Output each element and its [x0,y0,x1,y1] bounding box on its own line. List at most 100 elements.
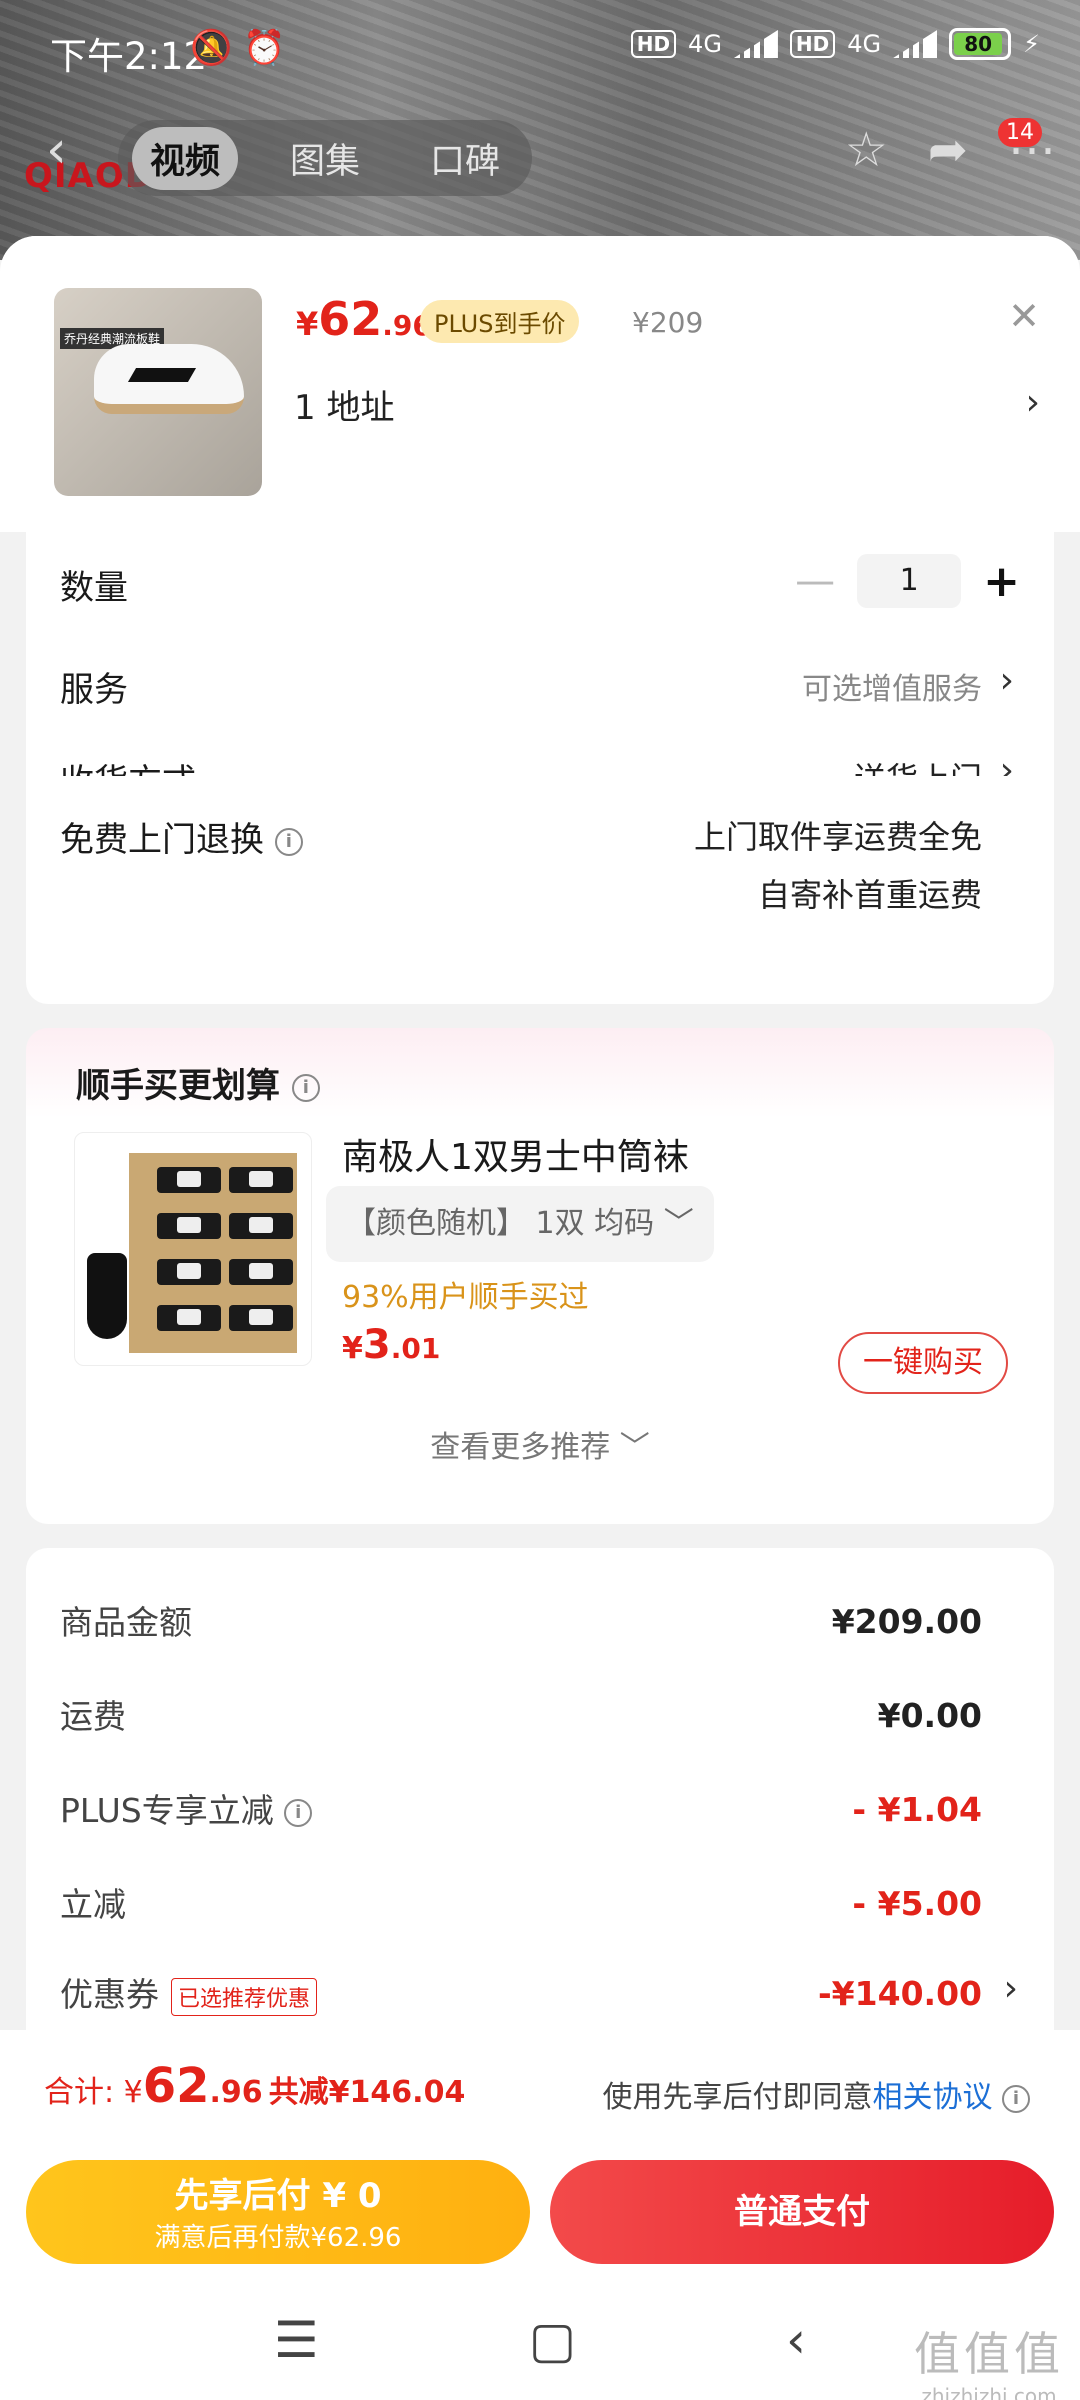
status-right: HD 4G HD 4G 80 ⚡ [630,28,1040,60]
product-summary: 乔丹经典潮流板鞋 ¥62.96 PLUS到手价 ¥209 ✕ 1 地址 › [0,236,1080,532]
coupon-recommended-tag: 已选推荐优惠 [171,1977,318,2016]
pay-later-title: 先享后付 ¥ 0 [174,2176,382,2216]
pay-later-button[interactable]: 先享后付 ¥ 0 满意后再付款¥62.96 [26,2160,530,2264]
home-icon[interactable]: ▢ [529,2311,576,2369]
total-saved: 共减¥146.04 [268,2075,466,2110]
variant-selector[interactable]: 【颜色随机】 1双 均码 ﹀ [326,1186,714,1262]
more-recommend-link[interactable]: 查看更多推荐 ﹀ [26,1422,1054,1466]
sock-pair [157,1213,221,1239]
rec-price-integer: 3 [362,1322,391,1368]
recommend-info-icon[interactable]: i [291,1073,320,1102]
back-icon[interactable]: ‹ [46,120,67,180]
close-icon[interactable]: ✕ [1008,294,1040,338]
total-integer: 62 [142,2058,210,2114]
plus-price-tag: PLUS到手价 [420,300,580,343]
media-tabs: 视频 图集 口碑 [118,120,533,196]
signal-icon-2 [893,30,938,58]
price-symbol: ¥ [296,305,319,343]
chevron-right-icon[interactable]: › [1026,382,1040,423]
signal-icon [733,30,778,58]
address-selector[interactable]: 1 地址 [294,380,394,429]
return-card: 免费上门退换 i 上门取件享运费全免 自寄补首重运费 [26,776,1054,1004]
recommend-title[interactable]: 南极人1双男士中筒袜 [342,1128,689,1180]
shoe-stripe [127,368,197,382]
bought-together-percent: 93%用户顺手买过 [342,1280,589,1315]
share-icon[interactable]: ➦ [928,122,968,178]
total-decimal: .96 [209,2075,263,2110]
tab-reviews[interactable]: 口碑 [412,127,518,190]
plus-discount-value: - ¥1.04 [852,1790,982,1829]
menu-icon[interactable]: ☰ [274,2311,319,2369]
quantity-input[interactable]: 1 [857,554,962,608]
agreement-info-icon[interactable]: i [1002,2084,1030,2113]
top-nav: QIAODAN ‹ 视频 图集 口碑 ☆ ➦ ⋯ 14 [0,116,1080,196]
agreement-text: 使用先享后付即同意相关协议 i [602,2072,1030,2116]
system-back-icon[interactable]: ‹ [786,2311,806,2369]
socks-image[interactable] [74,1132,312,1366]
quantity-label: 数量 [60,568,128,608]
network-label: 4G [688,30,722,58]
tab-video[interactable]: 视频 [132,126,239,190]
sock-pair [157,1167,221,1193]
status-bar: 下午2:12 🔕 ⏰ HD 4G HD 4G 80 ⚡ [0,0,1080,100]
tab-gallery[interactable]: 图集 [272,127,378,190]
total-amount: 合计: ¥62.96 共减¥146.04 [44,2058,465,2114]
original-price: ¥209 [632,306,704,339]
rec-price-symbol: ¥ [342,1331,363,1366]
pay-later-subtitle: 满意后再付款¥62.96 [154,2223,402,2253]
return-line-2: 自寄补首重运费 [757,876,982,914]
service-value[interactable]: 可选增值服务 [802,664,982,708]
coupon-chevron-icon[interactable]: › [1004,1968,1018,2009]
sock-pair [157,1305,221,1331]
recommend-card: 顺手买更划算 i 南极人1双男士中筒袜 【颜色随机】 1双 均码 ﹀ 93%用户… [26,1028,1054,1524]
shipping-label: 运费 [60,1697,126,1736]
battery-icon: 80 [949,28,1012,60]
favorite-star-icon[interactable]: ☆ [845,122,888,178]
agreement-prefix: 使用先享后付即同意 [602,2080,873,2115]
watermark: 值值值 zhizhizhi.com [914,2318,1064,2400]
shipping-value: ¥0.00 [877,1696,982,1735]
mute-alarm-icons: 🔕 ⏰ [190,28,286,68]
sock-pair [157,1259,221,1285]
network-label-2: 4G [847,30,882,58]
service-label: 服务 [60,670,128,710]
charging-icon: ⚡ [1023,30,1040,58]
message-badge: 14 [998,118,1042,147]
coupon-label: 优惠券 已选推荐优惠 [60,1968,318,2016]
hd-icon-2: HD [789,30,836,58]
service-chevron-icon[interactable]: › [1000,660,1014,701]
one-click-buy-button[interactable]: 一键购买 [838,1332,1008,1394]
instant-discount-label: 立减 [60,1885,126,1924]
decrease-button[interactable]: — [795,558,835,604]
battery-level: 80 [954,33,1003,55]
status-time: 下午2:12 [50,35,208,78]
instant-discount-value: - ¥5.00 [852,1884,982,1923]
coupon-value[interactable]: -¥140.00 [818,1974,982,2013]
nav-actions: ☆ ➦ ⋯ 14 [845,118,1056,178]
sock-pair [229,1167,293,1193]
total-label: 合计: ¥ [44,2075,143,2110]
normal-pay-button[interactable]: 普通支付 [550,2160,1054,2264]
product-price: ¥62.96 [296,292,432,346]
plus-discount-label: PLUS专享立减 i [60,1784,313,1832]
recommend-header: 顺手买更划算 i [76,1058,320,1107]
plus-discount-text: PLUS专享立减 [60,1791,274,1830]
recommend-price: ¥3.01 [342,1322,440,1368]
recommend-header-text: 顺手买更划算 [76,1066,280,1106]
price-integer: 62 [318,292,383,346]
product-thumbnail: 乔丹经典潮流板鞋 [54,288,262,496]
watermark-main: 值值值 [914,2327,1064,2381]
increase-button[interactable]: + [983,556,1020,607]
single-sock [87,1253,127,1339]
agreement-link[interactable]: 相关协议 [872,2080,992,2115]
plus-info-icon[interactable]: i [284,1798,313,1827]
sock-pair [229,1305,293,1331]
free-return-label: 免费上门退换 i [60,812,303,861]
return-line-1: 上门取件享运费全免 [693,818,982,856]
quantity-stepper: — 1 + [795,554,1020,608]
info-icon[interactable]: i [274,827,303,856]
goods-amount-value: ¥209.00 [831,1602,982,1641]
rec-price-decimal: .01 [390,1332,441,1365]
free-return-text: 免费上门退换 [60,820,264,860]
coupon-text: 优惠券 [60,1975,159,2014]
